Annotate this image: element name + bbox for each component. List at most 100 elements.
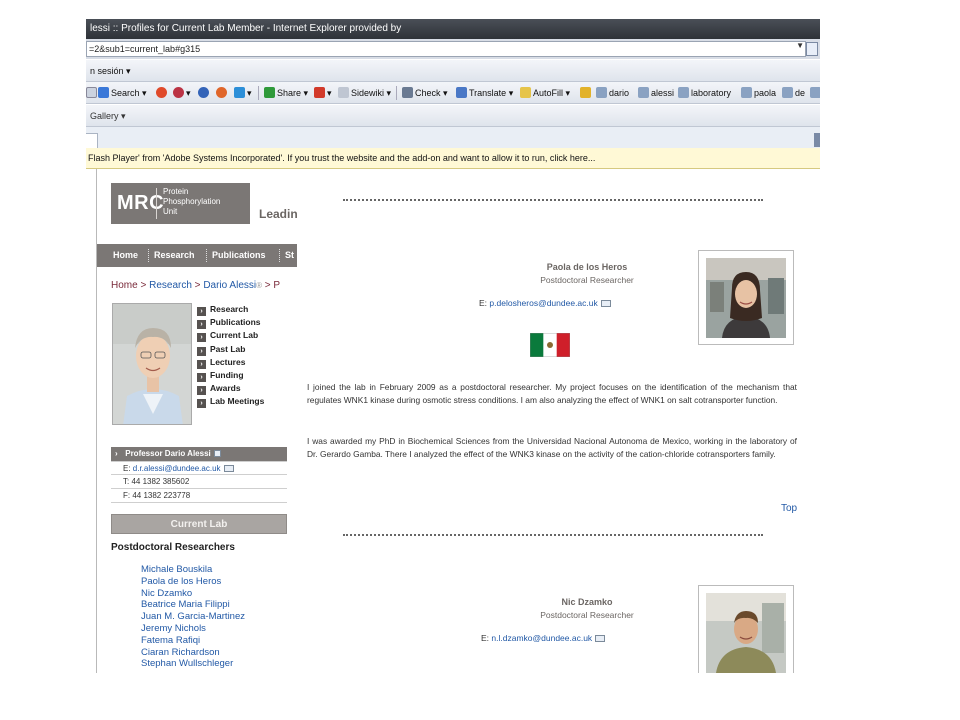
- top-link[interactable]: Top: [781, 503, 797, 514]
- tools-icon[interactable]: [814, 133, 820, 147]
- submenu-item[interactable]: › Funding: [197, 370, 264, 383]
- toolbar: Search ▾ ▾ ▾ Share ▾ ▾ Sidewiki ▾ Check …: [86, 82, 820, 104]
- mail-icon[interactable]: [595, 635, 606, 642]
- nav-home[interactable]: Home: [113, 244, 138, 267]
- refresh-icon[interactable]: [806, 42, 818, 56]
- contact-phone: T: 44 1382 385602: [111, 475, 287, 489]
- magnifier-icon: [678, 87, 689, 98]
- mail-icon[interactable]: [600, 300, 611, 307]
- globe-button[interactable]: [198, 82, 211, 104]
- submenu-item[interactable]: › Publications: [197, 317, 264, 330]
- mrc-logo[interactable]: MRC Protein Phosphorylation Unit: [111, 183, 250, 224]
- postdoc-link[interactable]: Jeremy Nichols: [141, 623, 245, 635]
- address-bar: =2&sub1=current_lab#g315 ▼: [86, 39, 820, 59]
- profile-role: Postdoctoral Researcher: [540, 275, 634, 285]
- submenu-item[interactable]: › Past Lab: [197, 344, 264, 357]
- nav-divider: [279, 249, 280, 262]
- nav-publications[interactable]: Publications: [212, 244, 266, 267]
- search-button[interactable]: Search ▾: [98, 82, 147, 104]
- breadcrumb-research[interactable]: Research: [149, 280, 192, 291]
- nav-divider: [148, 249, 149, 262]
- address-dropdown-icon[interactable]: ▼: [796, 41, 804, 50]
- dario-alessi-photo: [112, 303, 192, 425]
- mexico-flag-icon: [529, 332, 571, 362]
- share-button[interactable]: Share ▾: [264, 82, 308, 104]
- breadcrumb-home[interactable]: Home: [111, 280, 138, 291]
- mail-icon[interactable]: [223, 465, 234, 472]
- swirl-button[interactable]: [156, 82, 169, 104]
- check-button[interactable]: Check ▾: [402, 82, 448, 104]
- postdoc-link[interactable]: Beatrice Maria Filippi: [141, 599, 245, 611]
- pagerank-button[interactable]: ▾: [314, 82, 332, 104]
- toolbar-separator: [396, 86, 397, 100]
- arrow-icon: ›: [197, 333, 206, 343]
- submenu-item[interactable]: › Research: [197, 304, 264, 317]
- chip-laboratory[interactable]: laboratory: [678, 82, 731, 104]
- postdoc-link[interactable]: Fatema Rafiqi: [141, 635, 245, 647]
- postdoc-link[interactable]: Ciaran Richardson: [141, 647, 245, 659]
- dotted-separator: [343, 199, 763, 201]
- profile-role: Postdoctoral Researcher: [540, 610, 634, 620]
- bookmark-icon: [173, 87, 184, 98]
- main-nav: Home Research Publications St: [97, 244, 297, 267]
- profile-paragraph: I was awarded my PhD in Biochemical Scie…: [307, 436, 797, 460]
- contact-email: E: d.r.alessi@dundee.ac.uk: [111, 461, 287, 475]
- nic-photo: [698, 585, 794, 673]
- pencil-button[interactable]: [580, 82, 593, 104]
- submenu-item[interactable]: › Awards: [197, 383, 264, 396]
- profile-email: E: p.delosheros@dundee.ac.uk: [479, 298, 611, 308]
- contact-email-link[interactable]: d.r.alessi@dundee.ac.uk: [133, 464, 221, 473]
- autofill-button[interactable]: AutoFill ▾: [520, 82, 570, 104]
- current-lab-button[interactable]: Current Lab: [111, 514, 287, 534]
- submenu-item[interactable]: › Lectures: [197, 357, 264, 370]
- submenu-item[interactable]: › Current Lab: [197, 330, 264, 343]
- address-field[interactable]: =2&sub1=current_lab#g315: [86, 41, 806, 57]
- swirl-icon: [156, 87, 167, 98]
- postdoc-link[interactable]: Michale Bouskila: [141, 564, 245, 576]
- postdoc-link[interactable]: Juan M. Garcia-Martinez: [141, 611, 245, 623]
- window-title: lessi :: Profiles for Current Lab Member…: [86, 19, 820, 39]
- chip-alessi[interactable]: alessi: [638, 82, 674, 104]
- vcard-icon[interactable]: [213, 450, 221, 457]
- arrow-icon: ›: [197, 359, 206, 369]
- sidewiki-button[interactable]: Sidewiki ▾: [338, 82, 391, 104]
- submenu-item[interactable]: › Lab Meetings: [197, 396, 264, 409]
- favorites-bar[interactable]: Gallery ▾: [86, 105, 820, 127]
- nav-research[interactable]: Research: [154, 244, 195, 267]
- autofill-icon: [520, 87, 531, 98]
- profile-name: Paola de los Heros: [546, 262, 628, 272]
- site-tagline: Leadin: [259, 207, 298, 221]
- swirl2-button[interactable]: [216, 82, 229, 104]
- share-icon: [264, 87, 275, 98]
- globe-icon: [198, 87, 209, 98]
- bookmark-button[interactable]: ▾: [173, 82, 191, 104]
- chip-more[interactable]: [810, 82, 820, 104]
- pencil-icon: [580, 87, 591, 98]
- profile-submenu: › Research › Publications › Current Lab › Pa…: [197, 304, 264, 410]
- menu-bar[interactable]: n sesión ▾: [86, 60, 820, 82]
- logo-unit-text: Protein Phosphorylation Unit: [163, 187, 221, 216]
- chip-paola[interactable]: paola: [741, 82, 776, 104]
- postdoc-link[interactable]: Paola de los Heros: [141, 576, 245, 588]
- australia-flag-icon: [526, 667, 572, 673]
- translate-button[interactable]: Translate ▾: [456, 82, 513, 104]
- arrow-icon: ›: [197, 320, 206, 330]
- breadcrumb-dario[interactable]: Dario Alessi: [203, 280, 256, 291]
- information-bar[interactable]: Flash Player' from 'Adobe Systems Incorp…: [86, 148, 820, 169]
- chip-dario[interactable]: dario: [596, 82, 629, 104]
- contact-box: › Professor Dario Alessi E: d.r.alessi@d…: [111, 447, 287, 503]
- profile-email-link[interactable]: n.l.dzamko@dundee.ac.uk: [491, 633, 592, 643]
- profile-paragraph: I joined the lab in February 2009 as a p…: [307, 382, 797, 406]
- nav-truncated[interactable]: St: [285, 244, 294, 267]
- magnifier-icon: [810, 87, 820, 98]
- spellcheck-icon: [402, 87, 413, 98]
- translate-icon: [456, 87, 467, 98]
- chip-de[interactable]: de: [782, 82, 805, 104]
- postdoc-link[interactable]: Stephan Wullschleger: [141, 658, 245, 670]
- page-viewport: MRC Protein Phosphorylation Unit Leadin …: [86, 169, 820, 673]
- profile-email-link[interactable]: p.delosheros@dundee.ac.uk: [489, 298, 597, 308]
- toolbar-separator: [258, 86, 259, 100]
- postdoc-link[interactable]: Nic Dzamko: [141, 588, 245, 600]
- add-button[interactable]: ▾: [234, 82, 252, 104]
- swirl-icon: [216, 87, 227, 98]
